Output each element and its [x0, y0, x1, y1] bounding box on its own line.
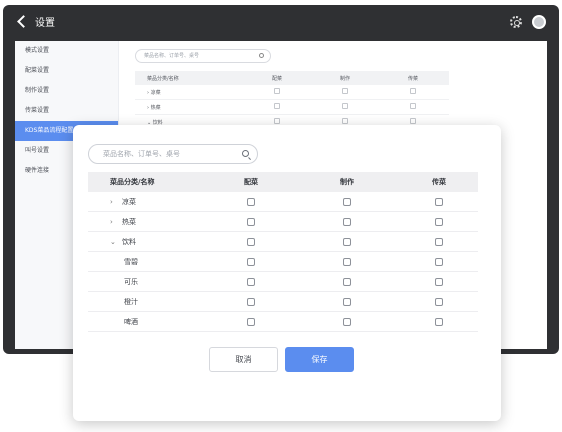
chevron-right-icon[interactable]: › — [110, 218, 122, 226]
prep-checkbox[interactable] — [247, 257, 255, 266]
avatar[interactable] — [532, 15, 546, 29]
window-title: 设置 — [35, 18, 55, 29]
sidebar-item-serving[interactable]: 传菜设置 — [15, 101, 118, 121]
checkbox[interactable] — [274, 88, 280, 94]
serving-checkbox[interactable] — [435, 217, 443, 226]
stage: 设置 模式设置 配菜设置 制作设置 传菜设置 KDS菜品流程配置 叫号设置 硬件… — [0, 0, 562, 432]
checkbox[interactable] — [410, 88, 416, 94]
background-search-input[interactable]: 菜品名称、订单号、桌号 — [135, 49, 271, 63]
chevron-down-icon[interactable]: ⌄ — [110, 238, 122, 246]
column-header-prep: 配菜 — [244, 178, 258, 186]
serving-checkbox[interactable] — [435, 277, 443, 286]
column-header-serving: 传菜 — [407, 75, 418, 82]
back-icon[interactable] — [17, 15, 30, 28]
background-table-header: 菜品分类/名称 配菜 制作 传菜 — [135, 71, 449, 85]
column-header-serving: 传菜 — [432, 178, 446, 186]
title-bar: 设置 — [3, 5, 559, 39]
table-row: 啤酒 — [88, 312, 478, 332]
checkbox[interactable] — [342, 88, 348, 94]
dish-label: 橙汁 — [124, 297, 138, 306]
cooking-checkbox[interactable] — [343, 317, 351, 326]
category-label: 饮料 — [122, 237, 136, 246]
search-icon[interactable] — [242, 150, 249, 157]
background-search-placeholder: 菜品名称、订单号、桌号 — [144, 53, 200, 59]
serving-checkbox[interactable] — [435, 257, 443, 266]
chevron-right-icon[interactable]: › — [110, 198, 122, 206]
gear-icon[interactable] — [510, 16, 522, 28]
prep-checkbox[interactable] — [247, 317, 255, 326]
table-header: 菜品分类/名称 配菜 制作 传菜 — [88, 172, 478, 192]
dish-label: 啤酒 — [124, 317, 138, 326]
sidebar-item-prep[interactable]: 配菜设置 — [15, 61, 118, 81]
column-header-name: 菜品分类/名称 — [110, 178, 155, 186]
checkbox[interactable] — [410, 103, 416, 109]
cooking-checkbox[interactable] — [343, 217, 351, 226]
serving-checkbox[interactable] — [435, 237, 443, 246]
checkbox[interactable] — [342, 103, 348, 109]
serving-checkbox[interactable] — [435, 297, 443, 306]
sidebar-item-cooking[interactable]: 制作设置 — [15, 81, 118, 101]
checkbox[interactable] — [274, 103, 280, 109]
table-row: › 凉菜 — [135, 85, 449, 100]
prep-checkbox[interactable] — [247, 277, 255, 286]
table-row: 可乐 — [88, 272, 478, 292]
serving-checkbox[interactable] — [435, 317, 443, 326]
dish-flow-table: 菜品分类/名称 配菜 制作 传菜 › 凉菜 › 热菜 ⌄ 饮料 雪碧 可乐 橙汁… — [88, 172, 478, 332]
search-placeholder: 菜品名称、订单号、桌号 — [103, 150, 180, 158]
table-row: › 热菜 — [88, 212, 478, 232]
kds-flow-dialog: 菜品名称、订单号、桌号 菜品分类/名称 配菜 制作 传菜 › 凉菜 › 热菜 ⌄… — [73, 125, 501, 421]
column-header-prep: 配菜 — [271, 75, 282, 82]
category-label: 凉菜 — [150, 89, 161, 96]
column-header-name: 菜品分类/名称 — [147, 75, 179, 82]
table-row: 雪碧 — [88, 252, 478, 272]
search-icon — [259, 53, 264, 58]
save-button[interactable]: 保存 — [285, 347, 354, 372]
sidebar-item-mode[interactable]: 模式设置 — [15, 41, 118, 61]
table-row: ⌄ 饮料 — [88, 232, 478, 252]
dish-label: 可乐 — [124, 277, 138, 286]
category-label: 凉菜 — [122, 197, 136, 206]
checkbox[interactable] — [274, 118, 280, 124]
column-header-cooking: 制作 — [339, 75, 350, 82]
table-row: 橙汁 — [88, 292, 478, 312]
prep-checkbox[interactable] — [247, 237, 255, 246]
table-row: › 热菜 — [135, 100, 449, 115]
search-input[interactable]: 菜品名称、订单号、桌号 — [88, 144, 258, 164]
table-row: › 凉菜 — [88, 192, 478, 212]
cooking-checkbox[interactable] — [343, 237, 351, 246]
cooking-checkbox[interactable] — [343, 277, 351, 286]
column-header-cooking: 制作 — [340, 178, 354, 186]
cooking-checkbox[interactable] — [343, 197, 351, 206]
prep-checkbox[interactable] — [247, 197, 255, 206]
prep-checkbox[interactable] — [247, 217, 255, 226]
serving-checkbox[interactable] — [435, 197, 443, 206]
category-label: 热菜 — [122, 217, 136, 226]
background-table: 菜品分类/名称 配菜 制作 传菜 › 凉菜 › 热菜 ⌄ 饮料 — [135, 71, 449, 130]
cooking-checkbox[interactable] — [343, 257, 351, 266]
checkbox[interactable] — [342, 118, 348, 124]
prep-checkbox[interactable] — [247, 297, 255, 306]
cooking-checkbox[interactable] — [343, 297, 351, 306]
category-label: 热菜 — [150, 104, 161, 111]
checkbox[interactable] — [410, 118, 416, 124]
cancel-button[interactable]: 取消 — [209, 347, 278, 372]
dish-label: 雪碧 — [124, 257, 138, 266]
